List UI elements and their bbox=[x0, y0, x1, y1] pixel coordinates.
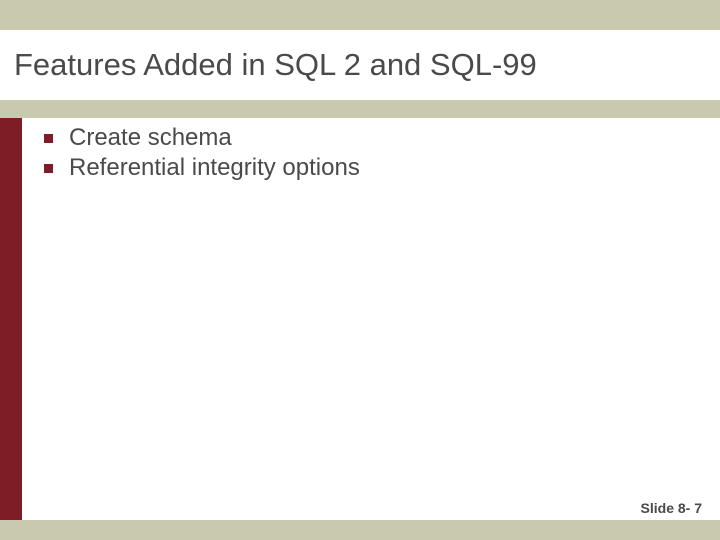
bullet-text: Create schema bbox=[69, 124, 232, 152]
left-accent-bar bbox=[0, 118, 22, 520]
slide-title: Features Added in SQL 2 and SQL-99 bbox=[0, 47, 537, 83]
square-bullet-icon bbox=[44, 134, 53, 143]
bullet-text: Referential integrity options bbox=[69, 154, 360, 182]
square-bullet-icon bbox=[44, 164, 53, 173]
slide: Features Added in SQL 2 and SQL-99 Creat… bbox=[0, 0, 720, 540]
content-area: Create schema Referential integrity opti… bbox=[44, 124, 700, 184]
top-decorative-band bbox=[0, 0, 720, 30]
under-title-band bbox=[0, 100, 720, 118]
list-item: Referential integrity options bbox=[44, 154, 700, 182]
list-item: Create schema bbox=[44, 124, 700, 152]
bottom-decorative-band bbox=[0, 520, 720, 540]
slide-number: Slide 8- 7 bbox=[641, 500, 702, 516]
title-band: Features Added in SQL 2 and SQL-99 bbox=[0, 30, 720, 100]
